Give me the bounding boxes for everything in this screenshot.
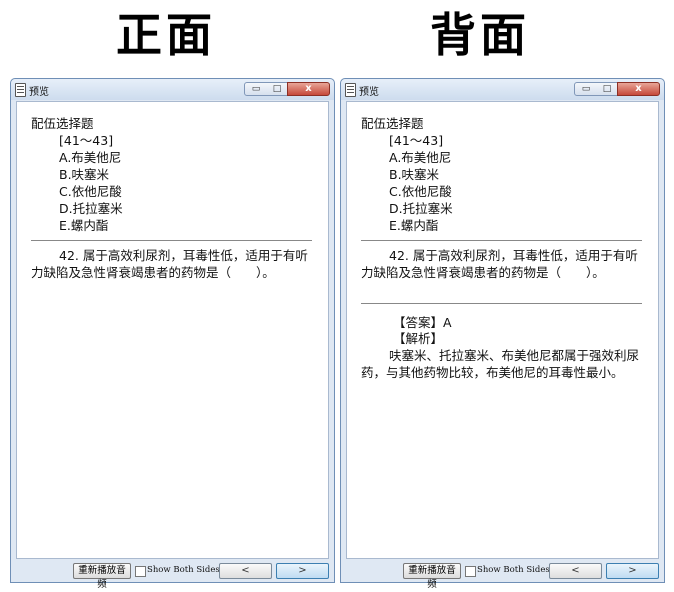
- option-c: C.依他尼酸: [59, 184, 122, 199]
- question-range: [41～43]: [59, 133, 114, 148]
- option-b: B.呋塞米: [389, 167, 440, 182]
- replay-audio-button[interactable]: 重新播放音频: [73, 563, 131, 590]
- question-stem: 42. 属于高效利尿剂，耳毒性低，适用于有听力缺陷及急性肾衰竭患者的药物是（ ）…: [361, 248, 638, 280]
- window-title: 预览: [29, 87, 49, 98]
- option-a: A.布美他尼: [59, 150, 122, 165]
- option-d: D.托拉塞米: [59, 201, 123, 216]
- explanation-label: 【解析】: [393, 331, 444, 346]
- option-c: C.依他尼酸: [389, 184, 452, 199]
- close-button[interactable]: x: [287, 82, 330, 96]
- app-icon: [15, 83, 26, 97]
- question-stem: 42. 属于高效利尿剂，耳毒性低，适用于有听力缺陷及急性肾衰竭患者的药物是（ ）…: [31, 248, 308, 280]
- preview-window-front: 预览 ▭ □ x 配伍选择题 [41～43] A.布美他尼 B.呋塞米 C.依他…: [10, 78, 335, 590]
- bottom-bar: 重新播放音频 Show Both Sides < >: [11, 559, 334, 590]
- replay-audio-button[interactable]: 重新播放音频: [403, 563, 461, 590]
- front-heading: 正面: [116, 8, 216, 62]
- option-a: A.布美他尼: [389, 150, 452, 165]
- option-d: D.托拉塞米: [389, 201, 453, 216]
- divider: [31, 240, 312, 241]
- show-both-sides-label[interactable]: Show Both Sides: [477, 565, 550, 575]
- preview-window-back: 预览 ▭ □ x 配伍选择题 [41～43] A.布美他尼 B.呋塞米 C.依他…: [340, 78, 665, 590]
- options-list: [41～43] A.布美他尼 B.呋塞米 C.依他尼酸 D.托拉塞米 E.螺内酯: [389, 132, 453, 234]
- question-type: 配伍选择题: [31, 116, 94, 131]
- card-content: 配伍选择题 [41～43] A.布美他尼 B.呋塞米 C.依他尼酸 D.托拉塞米…: [346, 101, 659, 559]
- previous-button[interactable]: <: [219, 563, 272, 579]
- question-range: [41～43]: [389, 133, 444, 148]
- minimize-button[interactable]: ▭: [244, 82, 268, 96]
- option-e: E.螺内酯: [389, 218, 439, 233]
- card-content: 配伍选择题 [41～43] A.布美他尼 B.呋塞米 C.依他尼酸 D.托拉塞米…: [16, 101, 329, 559]
- option-e: E.螺内酯: [59, 218, 109, 233]
- divider: [361, 240, 642, 241]
- app-icon: [345, 83, 356, 97]
- next-button[interactable]: >: [276, 563, 329, 579]
- explanation-text: 呋塞米、托拉塞米、布美他尼都属于强效利尿药，与其他药物比较，布美他尼的耳毒性最小…: [361, 348, 640, 380]
- close-button[interactable]: x: [617, 82, 660, 96]
- minimize-button[interactable]: ▭: [574, 82, 598, 96]
- previous-button[interactable]: <: [549, 563, 602, 579]
- window-title: 预览: [359, 87, 379, 98]
- next-button[interactable]: >: [606, 563, 659, 579]
- options-list: [41～43] A.布美他尼 B.呋塞米 C.依他尼酸 D.托拉塞米 E.螺内酯: [59, 132, 123, 234]
- maximize-button[interactable]: □: [597, 82, 618, 96]
- title-bar[interactable]: 预览 ▭ □ x: [341, 79, 664, 100]
- answer-divider: [361, 303, 642, 304]
- question-type: 配伍选择题: [361, 116, 424, 131]
- back-heading: 背面: [430, 8, 530, 62]
- maximize-button[interactable]: □: [267, 82, 288, 96]
- answer-label: 【答案】A: [393, 315, 452, 330]
- show-both-sides-checkbox[interactable]: [135, 566, 146, 577]
- show-both-sides-label[interactable]: Show Both Sides: [147, 565, 220, 575]
- show-both-sides-checkbox[interactable]: [465, 566, 476, 577]
- title-bar[interactable]: 预览 ▭ □ x: [11, 79, 334, 100]
- option-b: B.呋塞米: [59, 167, 110, 182]
- bottom-bar: 重新播放音频 Show Both Sides < >: [341, 559, 664, 590]
